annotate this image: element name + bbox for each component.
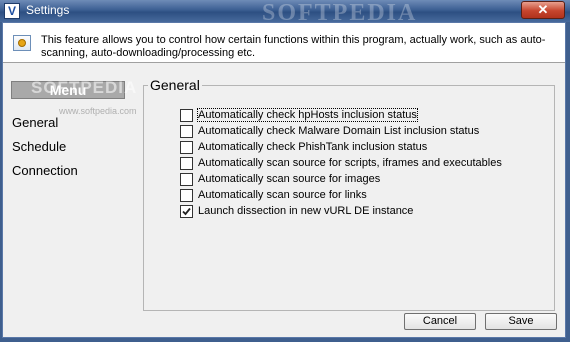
checkbox[interactable]: [180, 108, 193, 122]
checkbox[interactable]: [180, 124, 193, 138]
checkbox[interactable]: [180, 140, 193, 154]
option-scan-scripts[interactable]: Automatically scan source for scripts, i…: [180, 155, 502, 171]
menu-watermark: SOFTPEDIA: [31, 78, 138, 97]
settings-client-area: This feature allows you to control how c…: [2, 22, 566, 338]
option-label: Automatically check hpHosts inclusion st…: [197, 108, 418, 122]
info-text: This feature allows you to control how c…: [41, 34, 546, 59]
option-malware-domain-list[interactable]: Automatically check Malware Domain List …: [180, 123, 479, 139]
menu-watermark-url: www.softpedia.com: [59, 106, 137, 116]
general-group: General Automatically check hpHosts incl…: [143, 77, 555, 311]
checkbox[interactable]: [180, 204, 193, 218]
option-label: Automatically scan source for images: [198, 173, 381, 185]
title-bar[interactable]: V Settings SOFTPEDIA ✕: [0, 0, 570, 26]
option-label: Automatically check Malware Domain List …: [198, 125, 480, 137]
option-scan-images[interactable]: Automatically scan source for images: [180, 171, 380, 187]
option-label: Launch dissection in new vURL DE instanc…: [198, 205, 414, 217]
sidebar-item-schedule[interactable]: Schedule: [12, 139, 66, 154]
option-hphosts[interactable]: Automatically check hpHosts inclusion st…: [180, 107, 418, 123]
settings-info-icon: [13, 35, 31, 51]
sidebar: Menu SOFTPEDIA www.softpedia.com General…: [3, 63, 143, 337]
sidebar-item-general[interactable]: General: [12, 115, 58, 130]
checkbox[interactable]: [180, 188, 193, 202]
option-scan-links[interactable]: Automatically scan source for links: [180, 187, 367, 203]
option-label: Automatically scan source for links: [198, 189, 367, 201]
app-icon: V: [4, 3, 20, 19]
option-launch-new-instance[interactable]: Launch dissection in new vURL DE instanc…: [180, 203, 413, 219]
checkbox[interactable]: [180, 156, 193, 170]
option-label: Automatically check PhishTank inclusion …: [198, 141, 428, 153]
checkmark-icon: [182, 207, 191, 215]
cancel-button[interactable]: Cancel: [404, 313, 476, 330]
general-group-title: General: [148, 77, 202, 93]
save-button[interactable]: Save: [485, 313, 557, 330]
close-button[interactable]: ✕: [521, 1, 565, 19]
sidebar-item-connection[interactable]: Connection: [12, 163, 78, 178]
info-banner: This feature allows you to control how c…: [3, 23, 565, 63]
option-phishtank[interactable]: Automatically check PhishTank inclusion …: [180, 139, 427, 155]
checkbox[interactable]: [180, 172, 193, 186]
option-label: Automatically scan source for scripts, i…: [198, 157, 502, 169]
window-title: Settings: [26, 3, 70, 17]
